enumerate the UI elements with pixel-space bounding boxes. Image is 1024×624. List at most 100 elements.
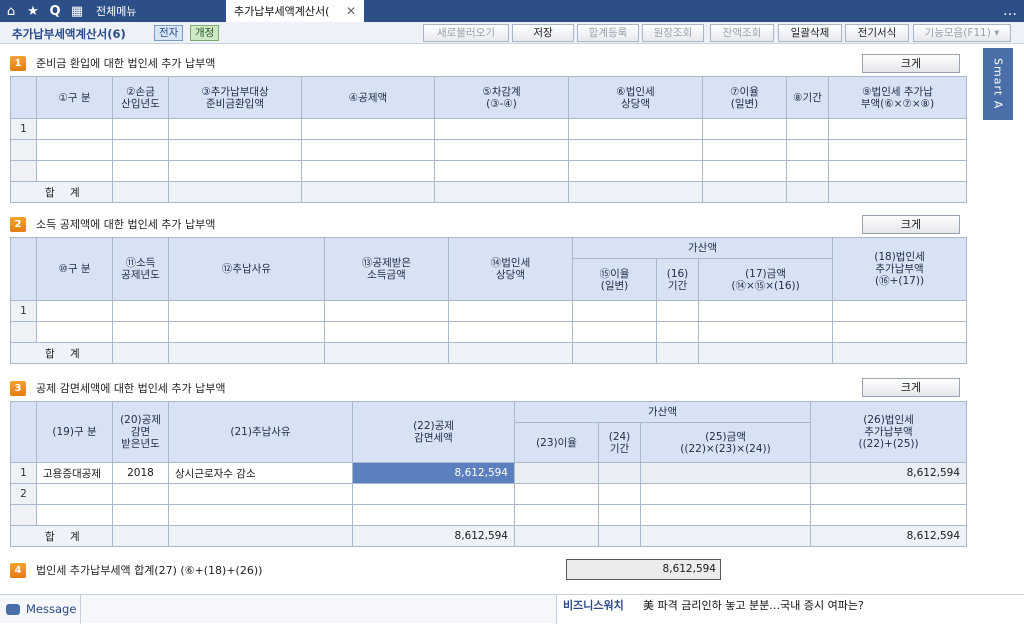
cell[interactable] xyxy=(434,160,569,182)
cell[interactable] xyxy=(36,160,113,182)
cell[interactable] xyxy=(36,483,113,505)
table-row[interactable] xyxy=(10,139,967,161)
table-row[interactable] xyxy=(10,160,967,182)
cell[interactable] xyxy=(168,118,302,140)
cell[interactable] xyxy=(36,504,113,526)
section-2-enlarge-button[interactable]: 크게 xyxy=(862,215,960,234)
search-icon[interactable]: Q xyxy=(44,0,66,22)
cell[interactable] xyxy=(828,118,967,140)
revision-chip[interactable]: 개정 xyxy=(190,25,220,41)
cell[interactable] xyxy=(112,483,169,505)
cell[interactable] xyxy=(36,300,113,322)
cell[interactable] xyxy=(168,300,325,322)
cell[interactable] xyxy=(168,139,302,161)
cell[interactable] xyxy=(572,321,657,343)
cell[interactable] xyxy=(352,504,515,526)
table-row[interactable] xyxy=(10,504,968,526)
bulk-delete-button[interactable]: 일괄삭제 xyxy=(778,24,842,42)
cell[interactable] xyxy=(702,160,787,182)
grand-total-field[interactable]: 8,612,594 xyxy=(566,559,721,580)
cell[interactable] xyxy=(639,462,812,484)
table-row[interactable]: 1 xyxy=(10,118,967,140)
function-menu-button[interactable]: 기능모음(F11) ▾ xyxy=(913,24,1011,42)
cell[interactable] xyxy=(434,118,569,140)
calendar-icon[interactable]: ▦ xyxy=(66,0,88,22)
cell[interactable] xyxy=(828,160,967,182)
cell[interactable] xyxy=(598,483,641,505)
home-icon[interactable]: ⌂ xyxy=(0,0,22,22)
cell[interactable] xyxy=(168,321,325,343)
cell-reduction-amount[interactable]: 8,612,594 xyxy=(352,462,515,484)
cell[interactable] xyxy=(434,139,569,161)
close-icon[interactable]: ✕ xyxy=(346,4,356,18)
electronic-chip[interactable]: 전자 xyxy=(154,25,184,41)
cell[interactable] xyxy=(36,321,113,343)
previous-form-button[interactable]: 전기서식 xyxy=(845,24,909,42)
reload-button[interactable]: 새로불러오기 xyxy=(423,24,509,42)
cell[interactable] xyxy=(448,321,573,343)
cell[interactable] xyxy=(697,321,834,343)
cell[interactable] xyxy=(112,118,169,140)
news-ticker[interactable]: 비즈니스워치 美 파격 금리인하 놓고 분분…국내 증시 여파는? xyxy=(556,595,1024,624)
cell[interactable] xyxy=(598,504,641,526)
cell[interactable] xyxy=(301,160,435,182)
cell[interactable] xyxy=(810,504,968,526)
cell[interactable] xyxy=(702,118,787,140)
cell[interactable] xyxy=(656,321,699,343)
cell[interactable] xyxy=(568,160,703,182)
cell-year[interactable]: 2018 xyxy=(112,462,169,484)
cell[interactable] xyxy=(301,139,435,161)
more-icon[interactable]: … xyxy=(996,0,1024,22)
cell[interactable] xyxy=(702,139,787,161)
balance-view-button[interactable]: 잔액조회 xyxy=(710,24,774,42)
tab-all-menu[interactable]: 전체메뉴 xyxy=(88,0,226,22)
cell-additional-tax[interactable]: 8,612,594 xyxy=(810,462,968,484)
total-register-button[interactable]: 합계등록 xyxy=(577,24,639,42)
cell[interactable] xyxy=(828,139,967,161)
ledger-view-button[interactable]: 원장조회 xyxy=(642,24,704,42)
cell[interactable] xyxy=(697,300,834,322)
section-3-enlarge-button[interactable]: 크게 xyxy=(862,378,960,397)
cell[interactable] xyxy=(656,300,699,322)
cell[interactable] xyxy=(352,483,515,505)
cell[interactable] xyxy=(786,139,829,161)
cell[interactable] xyxy=(112,300,169,322)
cell-type[interactable]: 고용증대공제 xyxy=(36,462,113,484)
star-icon[interactable]: ★ xyxy=(22,0,44,22)
cell[interactable] xyxy=(639,483,812,505)
cell[interactable] xyxy=(514,504,599,526)
cell[interactable] xyxy=(36,118,113,140)
table-row[interactable]: 2 xyxy=(10,483,968,505)
cell[interactable] xyxy=(786,118,829,140)
cell[interactable] xyxy=(832,321,968,343)
cell[interactable] xyxy=(568,139,703,161)
cell[interactable] xyxy=(112,321,169,343)
cell[interactable] xyxy=(36,139,113,161)
cell[interactable] xyxy=(112,139,169,161)
section-1-enlarge-button[interactable]: 크게 xyxy=(862,54,960,73)
cell[interactable] xyxy=(112,504,169,526)
cell[interactable] xyxy=(832,300,968,322)
cell[interactable] xyxy=(168,160,302,182)
cell-reason[interactable]: 상시근로자수 감소 xyxy=(168,462,353,484)
table-row[interactable] xyxy=(10,321,968,343)
cell[interactable] xyxy=(598,462,641,484)
cell[interactable] xyxy=(786,160,829,182)
cell[interactable] xyxy=(168,504,353,526)
smart-a-side-tab[interactable]: Smart A xyxy=(983,48,1013,120)
cell[interactable] xyxy=(324,300,449,322)
cell[interactable] xyxy=(810,483,968,505)
cell[interactable] xyxy=(639,504,812,526)
cell[interactable] xyxy=(168,483,353,505)
cell[interactable] xyxy=(324,321,449,343)
cell[interactable] xyxy=(448,300,573,322)
table-row[interactable]: 1 고용증대공제 2018 상시근로자수 감소 8,612,594 8,612,… xyxy=(10,462,968,484)
cell[interactable] xyxy=(112,160,169,182)
table-row[interactable]: 1 xyxy=(10,300,968,322)
cell[interactable] xyxy=(514,483,599,505)
cell[interactable] xyxy=(301,118,435,140)
save-button[interactable]: 저장 xyxy=(512,24,574,42)
cell[interactable] xyxy=(514,462,599,484)
news-headline[interactable]: 美 파격 금리인하 놓고 분분…국내 증시 여파는? xyxy=(643,597,864,613)
tab-additional-tax[interactable]: 추가납부세액계산서( ✕ xyxy=(226,0,364,22)
